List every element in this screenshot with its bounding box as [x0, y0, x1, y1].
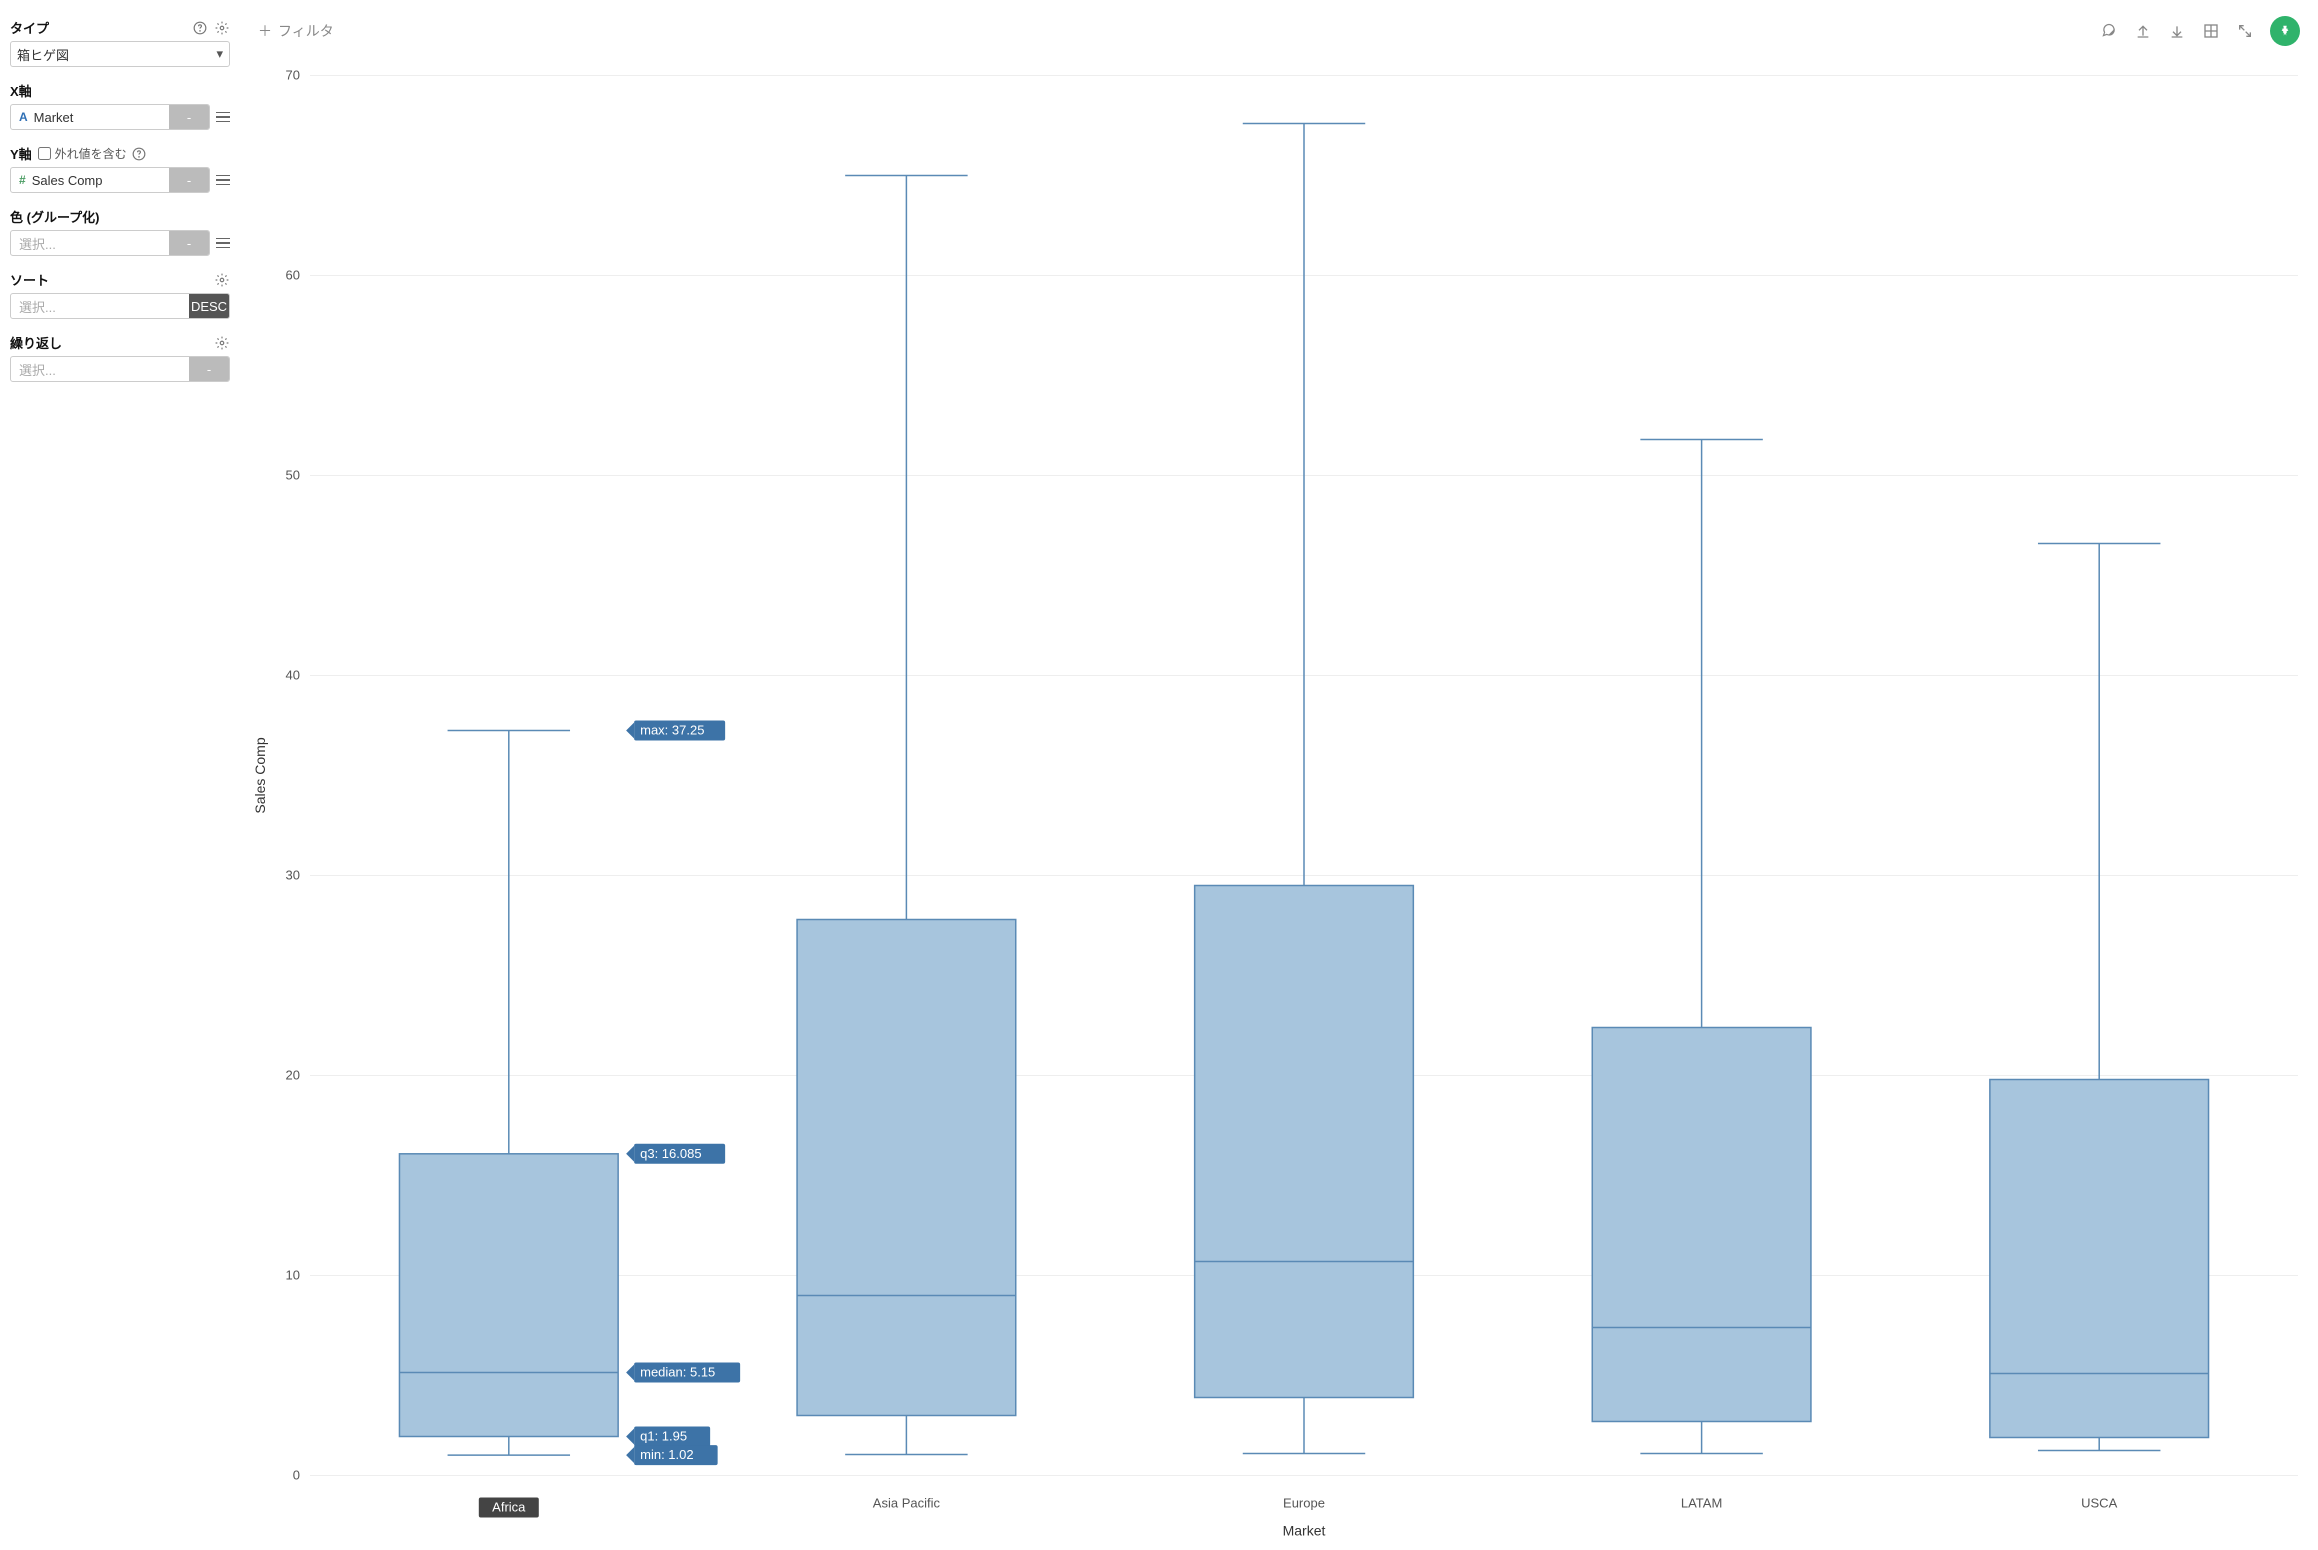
- color-label: 色 (グループ化): [10, 207, 100, 226]
- gear-icon[interactable]: [214, 335, 230, 351]
- string-type-icon: A: [19, 110, 28, 124]
- svg-text:Africa: Africa: [492, 1500, 526, 1515]
- color-agg-button[interactable]: -: [169, 231, 209, 255]
- svg-text:min: 1.02: min: 1.02: [640, 1447, 693, 1462]
- type-select[interactable]: 箱ヒゲ図 ▾: [10, 41, 230, 67]
- svg-text:10: 10: [286, 1268, 300, 1283]
- y-axis-label: Y軸: [10, 144, 32, 163]
- boxplot-chart[interactable]: 0 10 20 30 40 50 60 70 Sales Comp Market Africa Asi…: [240, 54, 2318, 1547]
- svg-text:q1: 1.95: q1: 1.95: [640, 1429, 687, 1444]
- outlier-checkbox-row[interactable]: 外れ値を含む: [38, 145, 147, 162]
- sort-label: ソート: [10, 270, 49, 289]
- svg-text:70: 70: [286, 68, 300, 83]
- color-menu-icon[interactable]: [216, 238, 230, 249]
- y-menu-icon[interactable]: [216, 175, 230, 186]
- svg-text:40: 40: [286, 668, 300, 683]
- svg-text:q3: 16.085: q3: 16.085: [640, 1146, 701, 1161]
- sort-direction-button[interactable]: DESC: [189, 294, 229, 318]
- svg-text:60: 60: [286, 268, 300, 283]
- type-label: タイプ: [10, 18, 49, 37]
- type-value: 箱ヒゲ図: [17, 45, 69, 64]
- y-agg-button[interactable]: -: [169, 168, 209, 192]
- svg-text:USCA: USCA: [2081, 1496, 2117, 1511]
- svg-text:LATAM: LATAM: [1681, 1496, 1722, 1511]
- svg-text:50: 50: [286, 468, 300, 483]
- outlier-checkbox[interactable]: [38, 147, 51, 160]
- repeat-field[interactable]: 選択... -: [10, 356, 230, 382]
- svg-text:Market: Market: [1283, 1523, 1326, 1539]
- repeat-label: 繰り返し: [10, 333, 62, 352]
- x-agg-button[interactable]: -: [169, 105, 209, 129]
- download-icon[interactable]: [2168, 22, 2186, 40]
- x-axis-label: X軸: [10, 81, 32, 100]
- upload-icon[interactable]: [2134, 22, 2152, 40]
- x-axis-field[interactable]: AMarket -: [10, 104, 210, 130]
- svg-text:30: 30: [286, 868, 300, 883]
- caret-down-icon: ▾: [216, 46, 223, 62]
- x-menu-icon[interactable]: [216, 112, 230, 123]
- grid-icon[interactable]: [2202, 22, 2220, 40]
- help-icon[interactable]: [131, 146, 147, 162]
- sort-field[interactable]: 選択... DESC: [10, 293, 230, 319]
- svg-text:Asia Pacific: Asia Pacific: [873, 1496, 941, 1511]
- svg-text:Sales Comp: Sales Comp: [252, 737, 268, 813]
- svg-text:max: 37.25: max: 37.25: [640, 723, 704, 738]
- fullscreen-icon[interactable]: [2236, 22, 2254, 40]
- pin-button[interactable]: [2270, 16, 2300, 46]
- plus-icon: ＋: [258, 21, 272, 41]
- config-sidebar: タイプ 箱ヒゲ図 ▾ X軸 AMarket -: [0, 0, 240, 1544]
- color-field[interactable]: 選択... -: [10, 230, 210, 256]
- svg-text:Europe: Europe: [1283, 1496, 1325, 1511]
- repeat-agg-button[interactable]: -: [189, 357, 229, 381]
- y-axis-field[interactable]: #Sales Comp -: [10, 167, 210, 193]
- gear-icon[interactable]: [214, 20, 230, 36]
- gear-icon[interactable]: [214, 272, 230, 288]
- svg-text:median: 5.15: median: 5.15: [640, 1365, 715, 1380]
- help-icon[interactable]: [192, 20, 208, 36]
- svg-text:20: 20: [286, 1068, 300, 1083]
- number-type-icon: #: [19, 173, 26, 187]
- add-filter-button[interactable]: ＋ フィルタ: [258, 21, 334, 41]
- svg-text:0: 0: [293, 1468, 300, 1483]
- comment-icon[interactable]: [2100, 22, 2118, 40]
